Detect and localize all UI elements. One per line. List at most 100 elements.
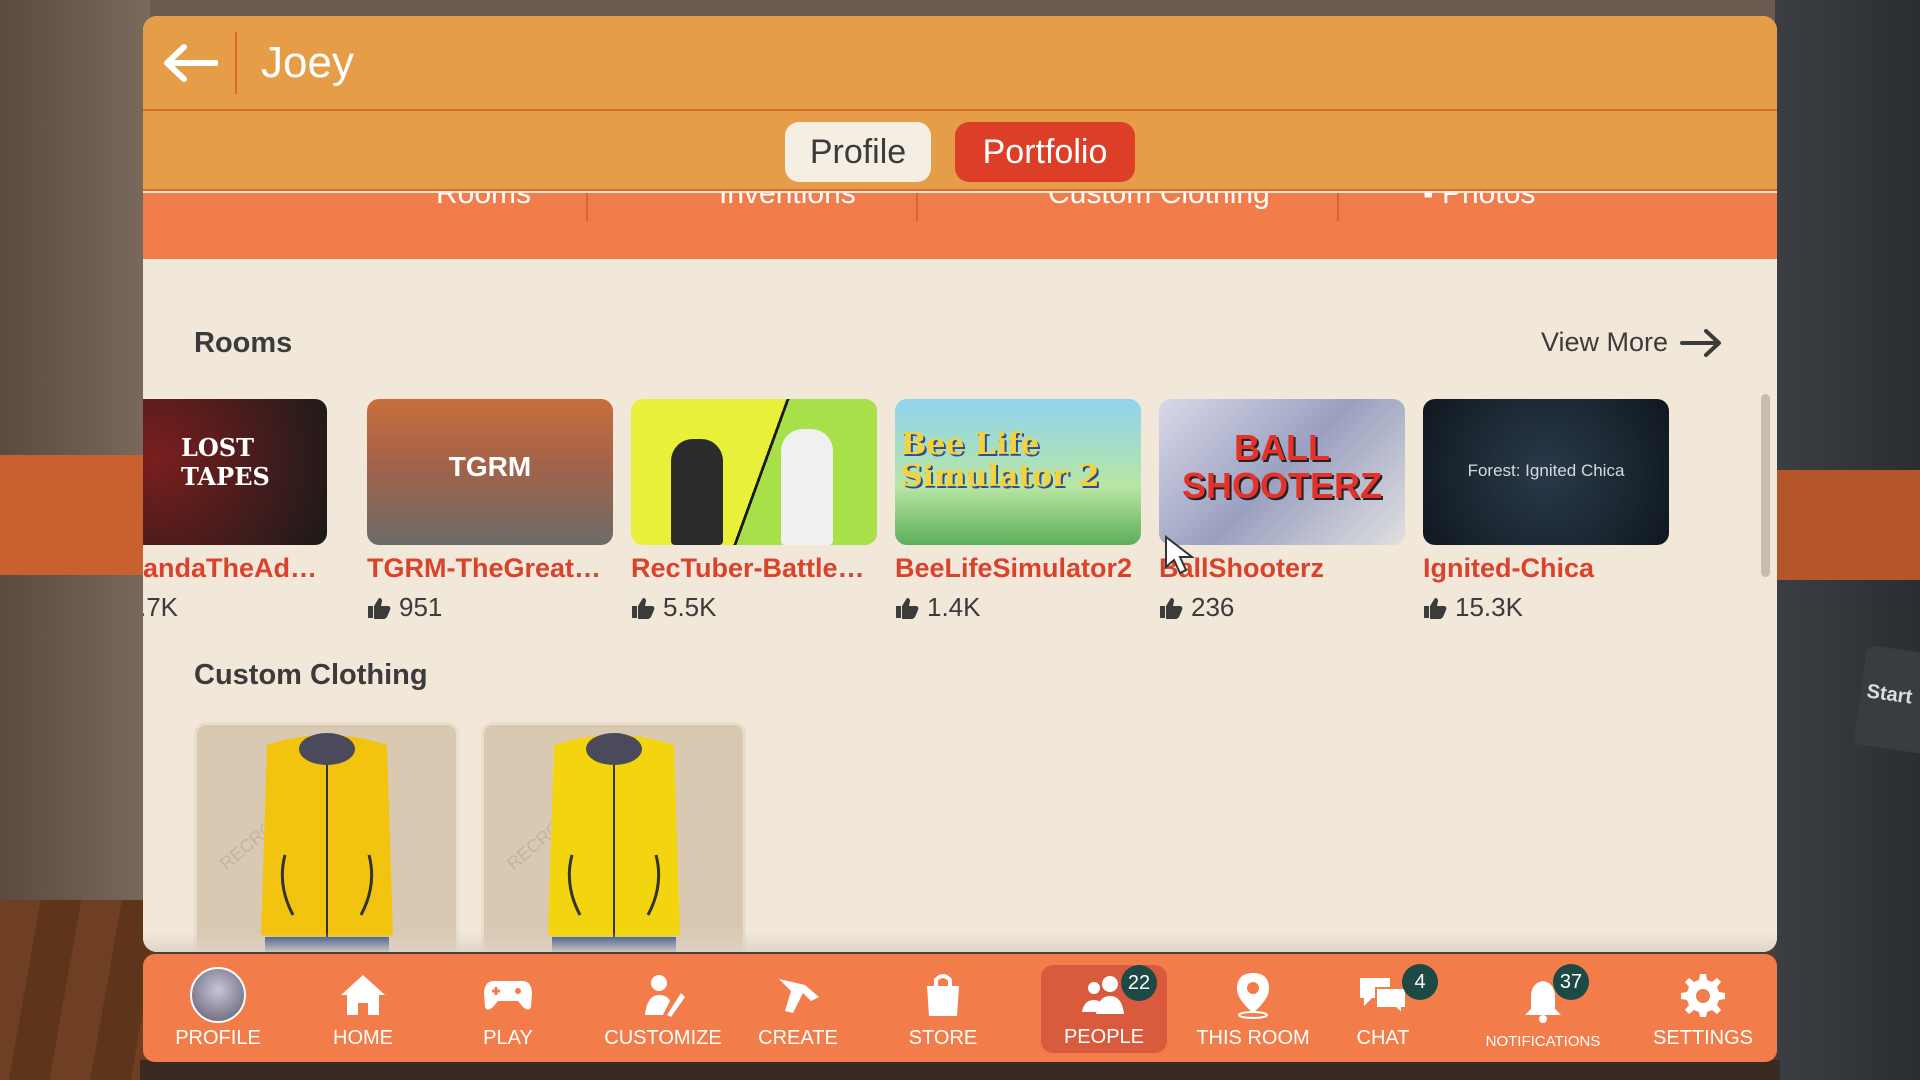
nav-label: PEOPLE [1063, 1026, 1145, 1048]
header-divider [235, 31, 237, 94]
nav-chat[interactable]: CHAT 4 [1328, 954, 1438, 1062]
background-stripe-left [0, 455, 150, 575]
nav-customize[interactable]: CUSTOMIZE [588, 954, 738, 1062]
notifications-count-badge: 37 [1553, 964, 1589, 1000]
room-name: TGRM-TheGreatR… [367, 553, 613, 583]
home-icon [341, 975, 385, 1015]
mouse-cursor-icon [1165, 535, 1195, 575]
background-floor [0, 900, 150, 1080]
maker-pen-icon [779, 979, 819, 1013]
subtab-divider [1337, 193, 1339, 221]
clothing-item[interactable]: RECROOM [194, 722, 459, 952]
nav-label: PROFILE [175, 1027, 261, 1049]
room-card[interactable]: BALL SHOOTERZ BallShooterz 236 [1159, 399, 1405, 623]
room-likes: 15.3K [1423, 592, 1669, 623]
view-more-link[interactable]: View More [1541, 327, 1722, 358]
avatar-figure [671, 439, 723, 545]
nav-label: SETTINGS [1652, 1027, 1753, 1049]
room-thumbnail [631, 399, 877, 545]
nav-notifications[interactable]: NOTIFICATIONS 37 [1453, 954, 1633, 1062]
portfolio-subtabs: Rooms Inventions Custom Clothing ▪ Photo… [143, 193, 1777, 259]
room-card[interactable]: Bee Life Simulator 2 BeeLifeSimulator2 1… [895, 399, 1141, 623]
room-likes: .7K [143, 592, 327, 623]
room-likes: 5.5K [631, 592, 877, 623]
likes-value: 951 [399, 592, 443, 622]
people-icon [1082, 976, 1124, 1014]
room-thumbnail: BALL SHOOTERZ [1159, 399, 1405, 545]
rooms-scrollbar[interactable] [1761, 394, 1770, 577]
room-thumbnail: Forest: Ignited Chica [1423, 399, 1669, 545]
portfolio-content: Rooms View More LOST TAPES andaTheAdve… … [143, 259, 1777, 952]
chat-count-badge: 4 [1402, 964, 1438, 1000]
room-thumbnail: Bee Life Simulator 2 [895, 399, 1141, 545]
custom-clothing-section-title: Custom Clothing [194, 659, 428, 691]
nav-label: HOME [333, 1027, 393, 1049]
rooms-section-title: Rooms [194, 327, 293, 359]
room-card[interactable]: Forest: Ignited Chica Ignited-Chica 15.3… [1423, 399, 1669, 623]
content-fade [143, 932, 1777, 952]
customize-icon [645, 975, 685, 1017]
background-stripe-right [1775, 470, 1920, 580]
subtab-rooms[interactable]: Rooms [436, 193, 531, 211]
header-bar: Joey [143, 16, 1777, 111]
subtab-photos-label: Photos [1441, 193, 1536, 210]
subtab-divider [586, 193, 588, 221]
thumb-title: TGRM [448, 451, 532, 482]
people-count-badge: 22 [1121, 965, 1157, 1001]
profile-panel: Joey Profile Portfolio Rooms Inventions … [143, 16, 1777, 952]
thumb-title: BALL SHOOTERZ [1181, 427, 1382, 506]
nav-settings[interactable]: SETTINGS [1643, 954, 1763, 1062]
nav-people[interactable]: PEOPLE 22 [1041, 965, 1167, 1053]
room-name: Ignited-Chica [1423, 553, 1595, 583]
subtab-custom-clothing[interactable]: Custom Clothing [1048, 193, 1270, 211]
photo-icon: ▪ [1423, 193, 1442, 210]
subtab-photos[interactable]: ▪ Photos [1423, 193, 1535, 211]
shopping-bag-icon [927, 974, 959, 1016]
thumb-title: Forest: Ignited Chica [1467, 461, 1625, 480]
nav-label: CREATE [758, 1027, 838, 1049]
view-more-label: View More [1541, 327, 1669, 357]
hoodie-icon: RECROOM [216, 733, 393, 952]
nav-store[interactable]: STORE [888, 954, 998, 1062]
nav-label: CHAT [1356, 1027, 1410, 1049]
nav-label: PLAY [483, 1027, 533, 1049]
thumbs-up-icon [896, 597, 919, 619]
back-button[interactable] [143, 16, 235, 110]
likes-value: 15.3K [1455, 592, 1523, 622]
tab-profile[interactable]: Profile [785, 122, 931, 182]
nav-this-room[interactable]: THIS ROOM [1183, 954, 1323, 1062]
arrow-right-icon [1680, 328, 1722, 357]
room-likes: 236 [1159, 592, 1405, 623]
background-floor-bottom [140, 1060, 1780, 1080]
room-name: andaTheAdve… [143, 553, 327, 583]
room-card[interactable]: RecTuber-Battles… 5.5K [631, 399, 877, 623]
nav-profile[interactable]: PROFILE [163, 954, 273, 1062]
thumbs-up-icon [368, 597, 391, 619]
location-pin-icon [1237, 973, 1269, 1019]
likes-value: 1.4K [927, 592, 981, 622]
room-likes: 1.4K [895, 592, 1141, 623]
subtab-inventions[interactable]: Inventions [719, 193, 856, 211]
avatar-figure [781, 429, 833, 545]
thumb-title: Bee Life Simulator 2 [901, 427, 1100, 494]
tab-portfolio[interactable]: Portfolio [955, 122, 1135, 182]
room-card[interactable]: LOST TAPES andaTheAdve… .7K [143, 399, 327, 623]
room-thumbnail: LOST TAPES [143, 399, 327, 545]
nav-label: THIS ROOM [1196, 1027, 1310, 1049]
tab-bar: Profile Portfolio [143, 111, 1777, 191]
nav-create[interactable]: CREATE [743, 954, 853, 1062]
avatar [190, 967, 246, 1023]
room-name: BeeLifeSimulator2 [895, 553, 1133, 583]
room-name: RecTuber-Battles… [631, 553, 877, 583]
room-card[interactable]: TGRM TGRM-TheGreatR… 951 [367, 399, 613, 623]
nav-label: STORE [908, 1027, 978, 1049]
likes-value: 236 [1191, 592, 1235, 622]
nav-home[interactable]: HOME [308, 954, 418, 1062]
thumbs-up-icon [1160, 597, 1183, 619]
subtab-divider [916, 193, 918, 221]
nav-play[interactable]: PLAY [453, 954, 563, 1062]
page-title: Joey [261, 37, 354, 87]
gamepad-icon [484, 981, 532, 1010]
clothing-item[interactable]: RECROOM [481, 722, 746, 952]
thumb-title: LOST TAPES [181, 433, 270, 491]
